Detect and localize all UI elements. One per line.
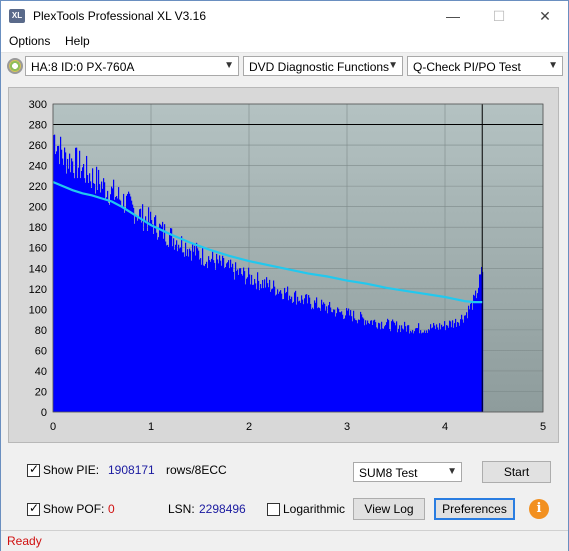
test-select[interactable]: Q-Check PI/PO Test ▼ — [407, 56, 563, 76]
chevron-down-icon: ▼ — [388, 60, 398, 71]
pi-po-chart: 0204060801001201401601802002202402602803… — [29, 99, 546, 433]
x-tick-label: 4 — [442, 421, 448, 433]
y-tick-label: 200 — [29, 202, 47, 214]
x-tick-label: 3 — [344, 421, 350, 433]
y-tick-label: 160 — [29, 243, 47, 255]
title-bar: XL PlexTools Professional XL V3.16 — ☐ ✕ — [1, 1, 568, 31]
minimize-button[interactable]: — — [430, 1, 476, 31]
show-pof-label: Show POF: — [43, 502, 105, 516]
function-select[interactable]: DVD Diagnostic Functions ▼ — [243, 56, 403, 76]
plextools-logo-icon: XL — [9, 9, 25, 23]
pie-value: 1908171 — [108, 463, 155, 477]
y-tick-label: 140 — [29, 263, 47, 275]
y-tick-label: 180 — [29, 222, 47, 234]
y-tick-label: 60 — [35, 345, 47, 357]
show-pie-checkbox[interactable] — [27, 462, 40, 477]
lsn-value: 2298496 — [199, 502, 246, 516]
app-window: XL PlexTools Professional XL V3.16 — ☐ ✕… — [0, 0, 569, 551]
x-tick-label: 2 — [246, 421, 252, 433]
y-tick-label: 100 — [29, 304, 47, 316]
y-tick-label: 80 — [35, 325, 47, 337]
y-tick-label: 20 — [35, 386, 47, 398]
start-button[interactable]: Start — [482, 461, 551, 483]
preferences-button[interactable]: Preferences — [434, 498, 515, 520]
pof-value: 0 — [108, 502, 115, 516]
show-pof-checkbox[interactable] — [27, 501, 40, 516]
y-tick-label: 220 — [29, 181, 47, 193]
function-select-value: DVD Diagnostic Functions — [249, 60, 390, 74]
drive-select-value: HA:8 ID:0 PX-760A — [31, 60, 135, 74]
maximize-button[interactable]: ☐ — [476, 1, 522, 31]
menu-bar: Options Help — [1, 31, 568, 53]
logarithmic-checkbox[interactable] — [267, 503, 280, 516]
y-tick-label: 40 — [35, 366, 47, 378]
logarithmic-label: Logarithmic — [283, 502, 346, 516]
y-tick-label: 260 — [29, 140, 47, 152]
info-icon[interactable]: i — [529, 499, 549, 519]
chevron-down-icon: ▼ — [224, 60, 234, 71]
menu-help[interactable]: Help — [65, 34, 90, 48]
close-button[interactable]: ✕ — [522, 1, 568, 31]
window-title: PlexTools Professional XL V3.16 — [33, 9, 206, 23]
chevron-down-icon: ▼ — [548, 60, 558, 71]
menu-options[interactable]: Options — [9, 34, 50, 48]
lsn-label: LSN: — [168, 502, 195, 516]
disc-drive-icon — [7, 58, 23, 74]
status-bar: Ready — [1, 530, 568, 551]
controls-panel: Show PIE: 1908171 rows/8ECC Show POF: 0 … — [8, 451, 559, 529]
y-tick-label: 0 — [41, 407, 47, 419]
y-tick-label: 120 — [29, 284, 47, 296]
chevron-down-icon: ▼ — [447, 466, 457, 477]
sum-test-select[interactable]: SUM8 Test ▼ — [353, 462, 462, 482]
x-tick-label: 5 — [540, 421, 546, 433]
y-tick-label: 240 — [29, 161, 47, 173]
x-tick-label: 1 — [148, 421, 154, 433]
y-tick-label: 280 — [29, 120, 47, 132]
view-log-button[interactable]: View Log — [353, 498, 425, 520]
drive-select[interactable]: HA:8 ID:0 PX-760A ▼ — [25, 56, 239, 76]
status-text: Ready — [7, 534, 42, 548]
x-tick-label: 0 — [50, 421, 56, 433]
pie-unit: rows/8ECC — [166, 463, 227, 477]
sum-test-select-value: SUM8 Test — [359, 466, 418, 480]
chart-panel: 0 20 40 60 80 100 120 140 160 180 200 220 240 260 280 3… — [8, 87, 559, 443]
y-tick-label: 300 — [29, 99, 47, 111]
show-pie-label: Show PIE: — [43, 463, 100, 477]
test-select-value: Q-Check PI/PO Test — [413, 60, 521, 74]
